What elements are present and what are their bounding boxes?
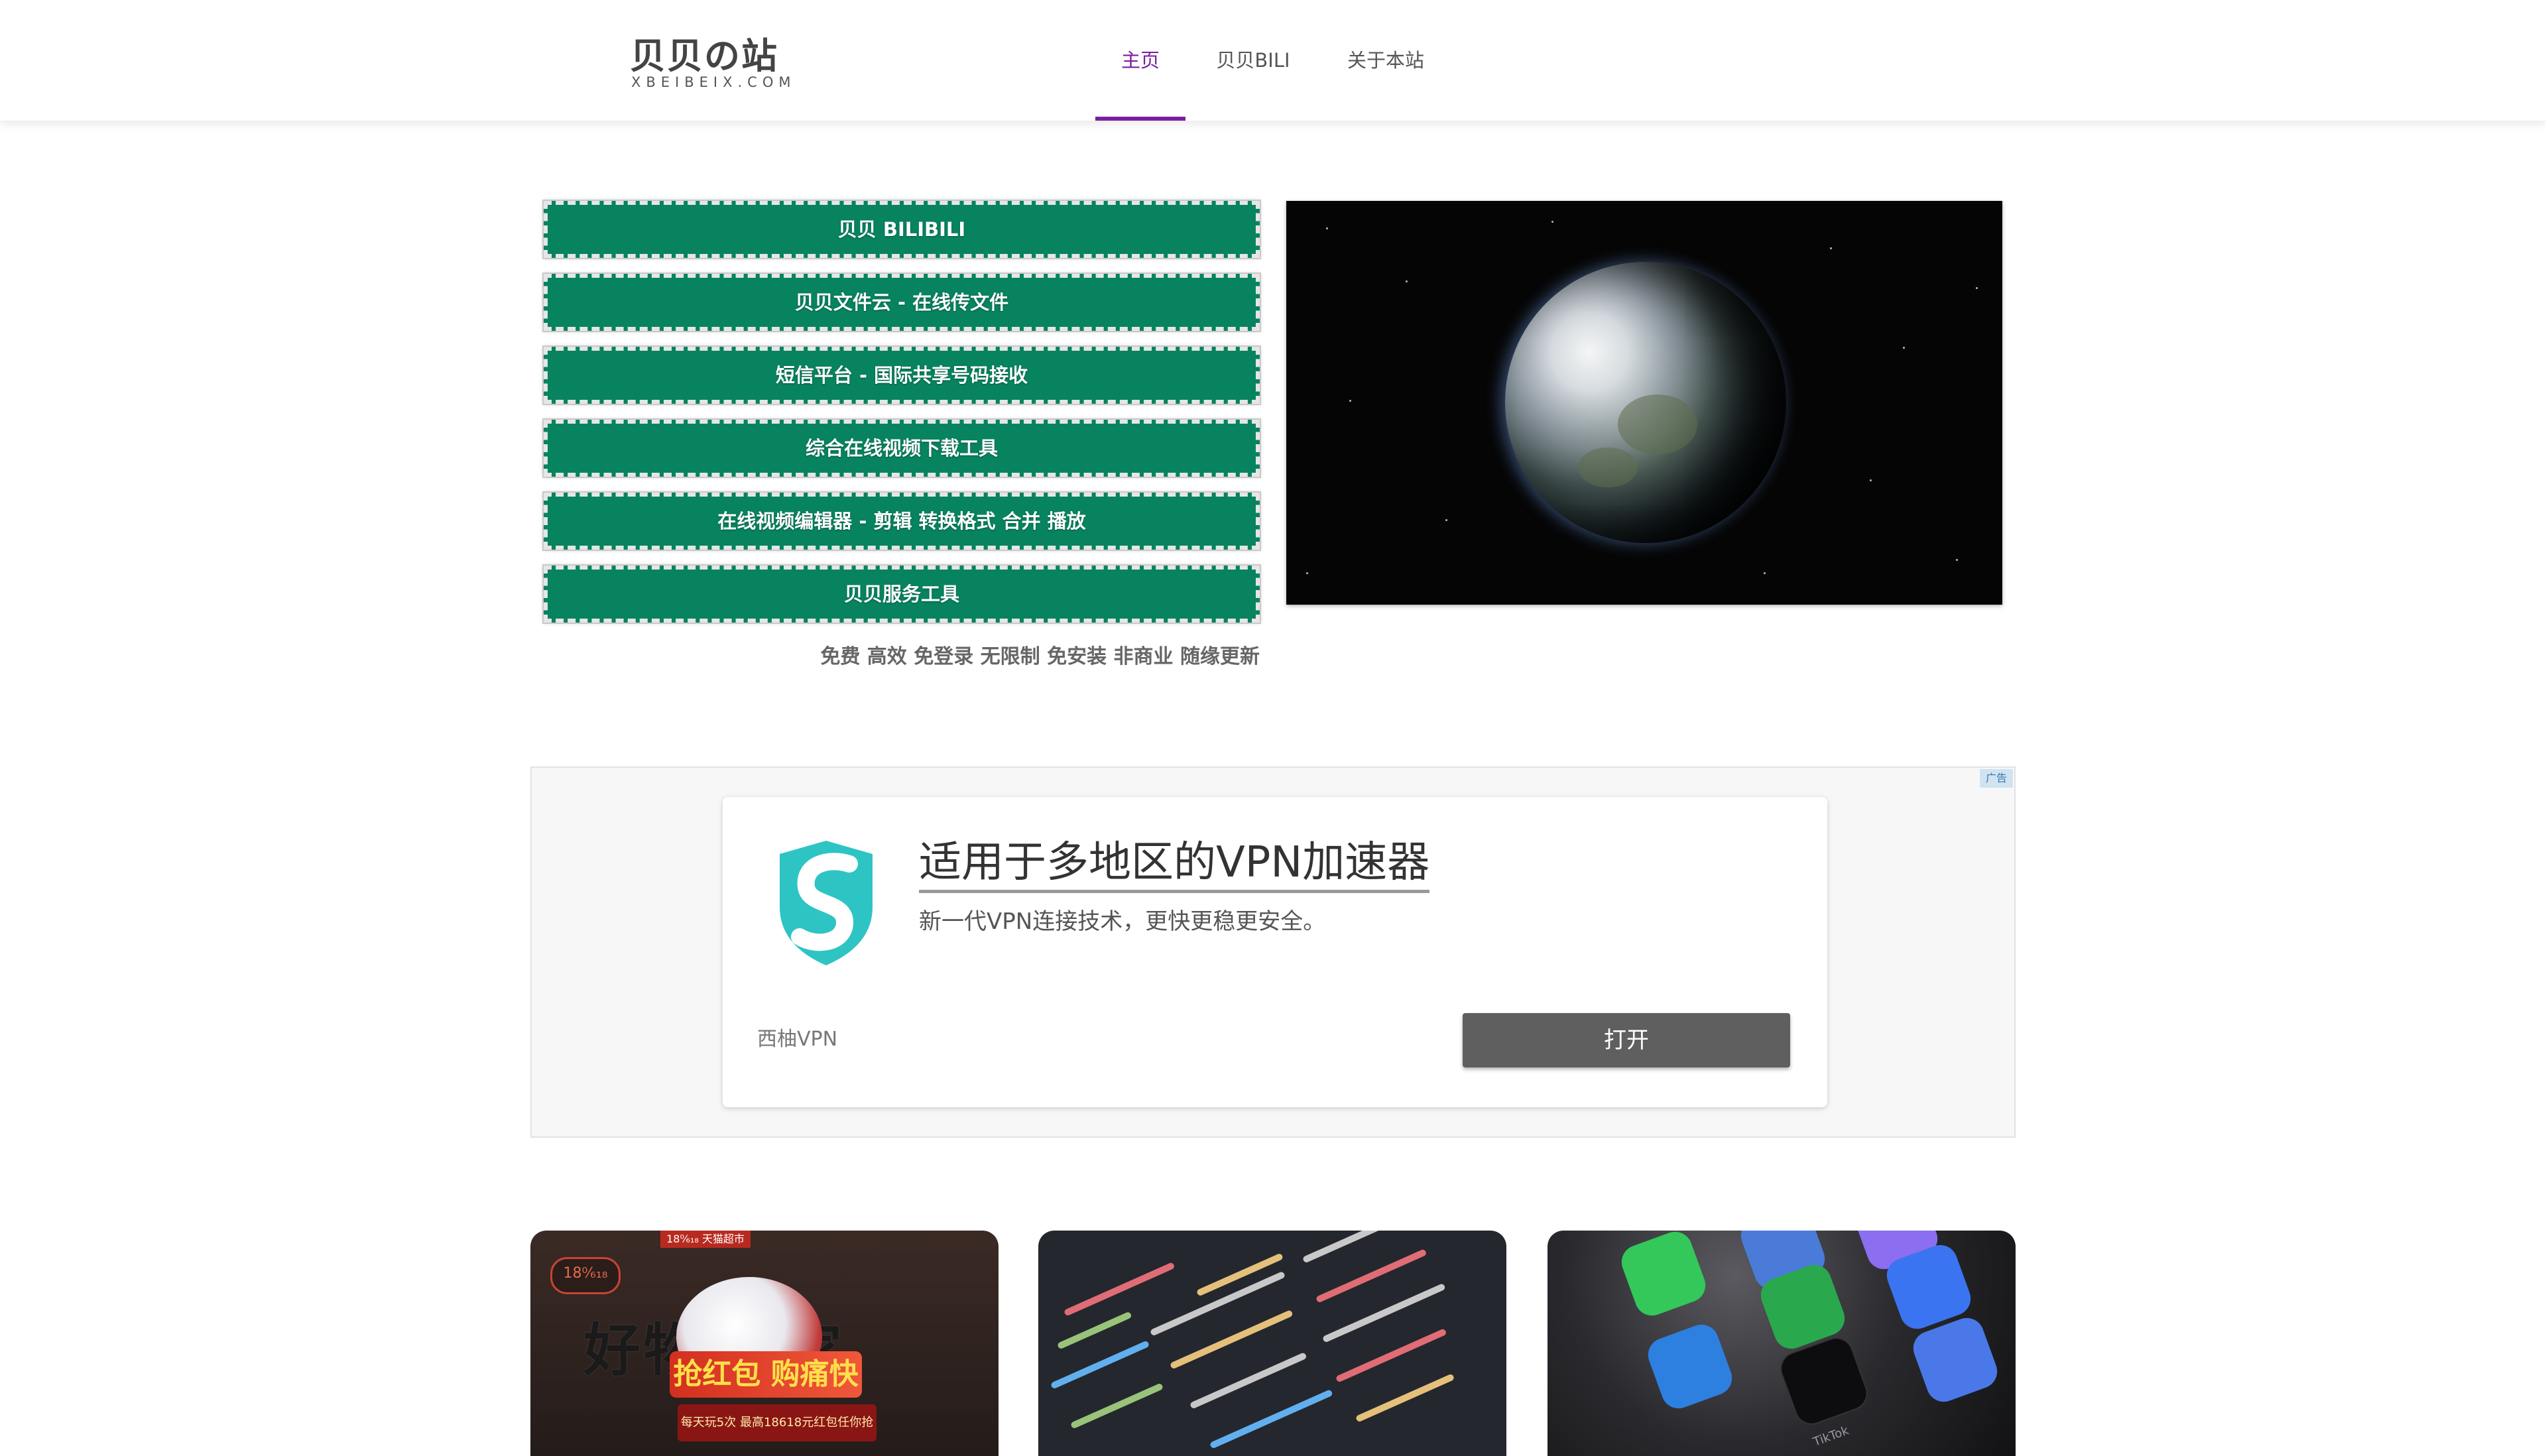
promo-top-banner: 18⁰⁄₆₁₈ 天猫超市 — [660, 1231, 751, 1248]
video-editor-button[interactable]: 在线视频编辑器 - 剪辑 转换格式 合并 播放 — [542, 491, 1261, 551]
file-cloud-button[interactable]: 贝贝文件云 - 在线传文件 — [542, 273, 1261, 332]
nav-item-bili[interactable]: 贝贝BILI — [1208, 0, 1298, 121]
ad-card[interactable]: 适用于多地区的VPN加速器 新一代VPN连接技术，更快更稳更安全。 西柚VPN … — [723, 797, 1827, 1107]
promo-banner: 抢红包 购痛快 — [670, 1351, 862, 1398]
phone-apps-image[interactable]: TikTok — [1547, 1231, 2016, 1456]
site-header: 贝贝の站 XBEIBEIX.COM 主页 贝贝BILI 关于本站 — [0, 0, 2546, 121]
video-download-button[interactable]: 综合在线视频下载工具 — [542, 418, 1261, 478]
ad-advertiser: 西柚VPN — [757, 1028, 838, 1051]
telegram-app-icon — [1643, 1319, 1737, 1414]
shield-s-logo-icon — [766, 834, 886, 967]
nav-item-home[interactable]: 主页 — [1095, 0, 1185, 121]
earth-globe — [1505, 262, 1786, 543]
promo-card-shopping[interactable]: 18⁰⁄₆₁₈ 天猫超市 18⁰⁄₆₁₈ 好物 言家 抢红包 购痛快 每天玩5次… — [530, 1231, 999, 1456]
promo-small-text: 每天玩5次 最高18618元红包任你抢 — [678, 1404, 877, 1441]
logo-title: 贝贝の站 — [630, 35, 778, 77]
service-tools-button[interactable]: 贝贝服务工具 — [542, 564, 1261, 624]
ad-badge[interactable]: 广告 — [1980, 769, 2013, 788]
ad-open-button[interactable]: 打开 — [1463, 1013, 1790, 1067]
ad-container: 广告 适用于多地区的VPN加速器 新一代VPN连接技术，更快更稳更安全。 西柚V… — [530, 766, 2016, 1138]
ad-title[interactable]: 适用于多地区的VPN加速器 — [919, 835, 1430, 893]
bilibili-button[interactable]: 贝贝 BILIBILI — [542, 200, 1261, 259]
earth-image — [1286, 201, 2002, 605]
logo-subtitle: XBEIBEIX.COM — [631, 74, 796, 90]
site-logo[interactable]: 贝贝の站 XBEIBEIX.COM — [630, 27, 791, 99]
ad-description: 新一代VPN连接技术，更快更稳更安全。 — [919, 908, 1326, 935]
messages-app-icon — [1616, 1231, 1711, 1321]
sms-platform-button[interactable]: 短信平台 - 国际共享号码接收 — [542, 345, 1261, 405]
code-screen-image[interactable] — [1038, 1231, 1506, 1456]
tiktok-app-label: TikTok — [1811, 1424, 1851, 1449]
nav-item-about[interactable]: 关于本站 — [1341, 0, 1431, 121]
hero-tagline: 免费 高效 免登录 无限制 免安装 非商业 随缘更新 — [820, 645, 1260, 668]
promo-618-tag: 18⁰⁄₆₁₈ — [550, 1257, 621, 1294]
